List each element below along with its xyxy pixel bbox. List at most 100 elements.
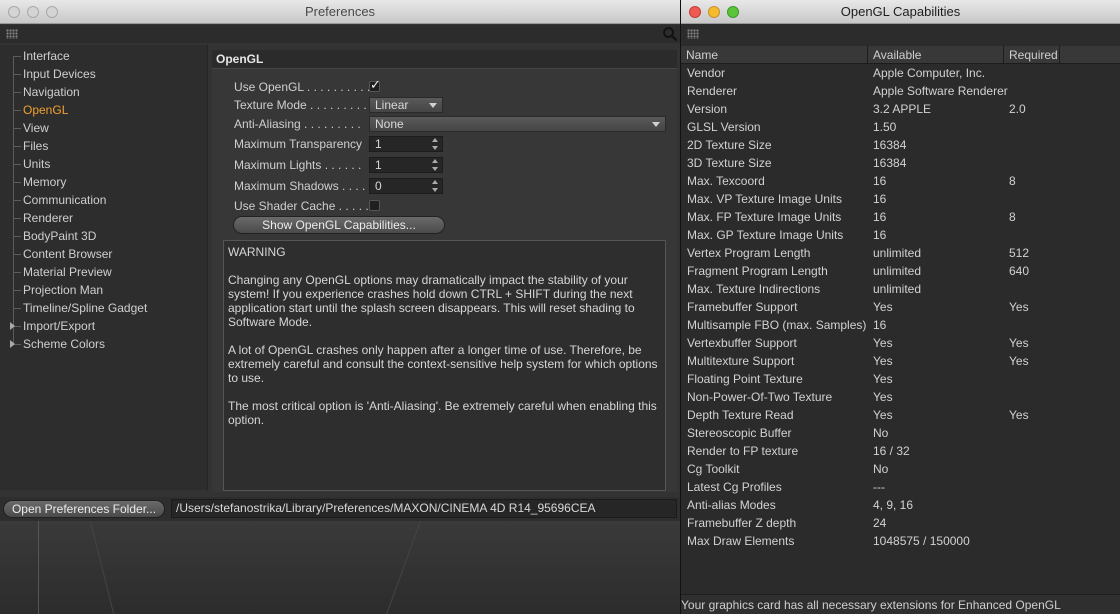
minimize-button[interactable]: [708, 6, 720, 18]
close-button[interactable]: [8, 6, 20, 18]
table-row[interactable]: Max. FP Texture Image Units 16 8: [681, 208, 1120, 226]
table-row[interactable]: Anti-alias Modes 4, 9, 16: [681, 496, 1120, 514]
sidebar-item-communication[interactable]: Communication: [0, 191, 207, 209]
cell-name: Vertexbuffer Support: [687, 336, 797, 350]
column-header-required[interactable]: Required: [1004, 46, 1060, 64]
table-row[interactable]: Non-Power-Of-Two Texture Yes: [681, 388, 1120, 406]
cell-name: Version: [687, 102, 728, 116]
sidebar-item-navigation[interactable]: Navigation: [0, 83, 207, 101]
zoom-button[interactable]: [727, 6, 739, 18]
table-row[interactable]: Vendor Apple Computer, Inc.: [681, 64, 1120, 82]
cell-name: Max. Texcoord: [687, 174, 765, 188]
minimize-button[interactable]: [27, 6, 39, 18]
cell-required: 8: [1009, 210, 1016, 224]
sidebar-item-content-browser[interactable]: Content Browser: [0, 245, 207, 263]
max-lights-stepper[interactable]: 1: [369, 157, 443, 173]
stepper-arrows-icon[interactable]: [432, 159, 439, 171]
table-row[interactable]: 2D Texture Size 16384: [681, 136, 1120, 154]
open-preferences-folder-button[interactable]: Open Preferences Folder...: [3, 500, 165, 518]
table-row[interactable]: GLSL Version 1.50: [681, 118, 1120, 136]
table-row[interactable]: Render to FP texture 16 / 32: [681, 442, 1120, 460]
table-row[interactable]: Fragment Program Length unlimited 640: [681, 262, 1120, 280]
max-shadows-stepper[interactable]: 0: [369, 178, 443, 194]
stepper-arrows-icon[interactable]: [432, 180, 439, 192]
expand-arrow-icon[interactable]: [10, 340, 15, 348]
sidebar-item-memory[interactable]: Memory: [0, 173, 207, 191]
table-row[interactable]: Max. Texcoord 16 8: [681, 172, 1120, 190]
table-row[interactable]: Max Draw Elements 1048575 / 150000: [681, 532, 1120, 550]
cell-available: 1048575 / 150000: [873, 534, 970, 548]
preferences-titlebar[interactable]: Preferences: [0, 0, 680, 24]
sidebar-item-label: Import/Export: [23, 319, 96, 333]
sidebar-item-material-preview[interactable]: Material Preview: [0, 263, 207, 281]
preferences-path-field[interactable]: /Users/stefanostrika/Library/Preferences…: [171, 499, 677, 518]
sidebar-item-units[interactable]: Units: [0, 155, 207, 173]
cell-available: No: [873, 426, 889, 440]
chevron-down-icon: [652, 122, 660, 127]
expand-arrow-icon[interactable]: [10, 322, 15, 330]
table-row[interactable]: Multisample FBO (max. Samples) 16: [681, 316, 1120, 334]
cell-available: Yes: [873, 354, 893, 368]
sidebar-item-interface[interactable]: Interface: [0, 47, 207, 65]
table-row[interactable]: Max. Texture Indirections unlimited: [681, 280, 1120, 298]
sidebar-item-view[interactable]: View: [0, 119, 207, 137]
sidebar-item-label: Units: [23, 157, 51, 171]
cell-name: Max. Texture Indirections: [687, 282, 821, 296]
sidebar-item-import-export[interactable]: Import/Export: [0, 317, 207, 335]
viewport-axis-line: [38, 521, 39, 614]
chevron-down-icon: [429, 103, 437, 108]
sidebar-item-label: Communication: [23, 193, 107, 207]
max-lights-value: 1: [375, 158, 382, 172]
table-row[interactable]: 3D Texture Size 16384: [681, 154, 1120, 172]
grip-icon[interactable]: [6, 29, 18, 39]
sidebar-item-label: Renderer: [23, 211, 74, 225]
sidebar-item-files[interactable]: Files: [0, 137, 207, 155]
cell-name: Multitexture Support: [687, 354, 795, 368]
sidebar-item-opengl[interactable]: OpenGL: [0, 101, 207, 119]
sidebar-item-timeline-spline-gadget[interactable]: Timeline/Spline Gadget: [0, 299, 207, 317]
table-row[interactable]: Depth Texture Read Yes Yes: [681, 406, 1120, 424]
table-row[interactable]: Latest Cg Profiles ---: [681, 478, 1120, 496]
table-row[interactable]: Max. VP Texture Image Units 16: [681, 190, 1120, 208]
cell-available: 16384: [873, 156, 907, 170]
sidebar-item-input-devices[interactable]: Input Devices: [0, 65, 207, 83]
stepper-arrows-icon[interactable]: [432, 138, 439, 150]
sidebar-item-scheme-colors[interactable]: Scheme Colors: [0, 335, 207, 353]
sidebar-item-renderer[interactable]: Renderer: [0, 209, 207, 227]
capabilities-table-body: Vendor Apple Computer, Inc. Renderer Apple …: [681, 64, 1120, 550]
table-row[interactable]: Framebuffer Z depth 24: [681, 514, 1120, 532]
preferences-bottom-bar: Open Preferences Folder... /Users/stefan…: [0, 497, 680, 521]
show-opengl-capabilities-button[interactable]: Show OpenGL Capabilities...: [233, 216, 445, 234]
use-opengl-checkbox[interactable]: ✓: [369, 77, 381, 92]
texture-mode-dropdown[interactable]: Linear: [369, 97, 443, 113]
table-row[interactable]: Version 3.2 APPLE 2.0: [681, 100, 1120, 118]
table-row[interactable]: Cg Toolkit No: [681, 460, 1120, 478]
table-row[interactable]: Renderer Apple Software Renderer: [681, 82, 1120, 100]
table-row[interactable]: Framebuffer Support Yes Yes: [681, 298, 1120, 316]
cell-required: Yes: [1009, 354, 1029, 368]
cell-available: 1.50: [873, 120, 897, 134]
table-row[interactable]: Max. GP Texture Image Units 16: [681, 226, 1120, 244]
table-row[interactable]: Multitexture Support Yes Yes: [681, 352, 1120, 370]
warning-paragraph: Changing any OpenGL options may dramatic…: [228, 273, 635, 329]
capabilities-titlebar[interactable]: OpenGL Capabilities: [681, 0, 1120, 24]
anti-aliasing-dropdown[interactable]: None: [369, 116, 666, 132]
anti-aliasing-value: None: [375, 117, 404, 131]
grip-icon[interactable]: [687, 29, 699, 39]
zoom-button[interactable]: [46, 6, 58, 18]
table-row[interactable]: Stereoscopic Buffer No: [681, 424, 1120, 442]
table-row[interactable]: Vertexbuffer Support Yes Yes: [681, 334, 1120, 352]
cell-name: Vendor: [687, 66, 726, 80]
search-icon[interactable]: [662, 26, 678, 42]
cell-required: Yes: [1009, 300, 1029, 314]
table-row[interactable]: Vertex Program Length unlimited 512: [681, 244, 1120, 262]
sidebar-item-projection-man[interactable]: Projection Man: [0, 281, 207, 299]
sidebar-item-bodypaint-3d[interactable]: BodyPaint 3D: [0, 227, 207, 245]
use-shader-cache-checkbox[interactable]: [369, 200, 380, 211]
cell-available: 3.2 APPLE: [873, 102, 932, 116]
column-header-available[interactable]: Available: [868, 46, 1004, 64]
max-transparency-stepper[interactable]: 1: [369, 136, 443, 152]
table-row[interactable]: Floating Point Texture Yes: [681, 370, 1120, 388]
close-button[interactable]: [689, 6, 701, 18]
column-header-name[interactable]: Name: [681, 46, 868, 64]
